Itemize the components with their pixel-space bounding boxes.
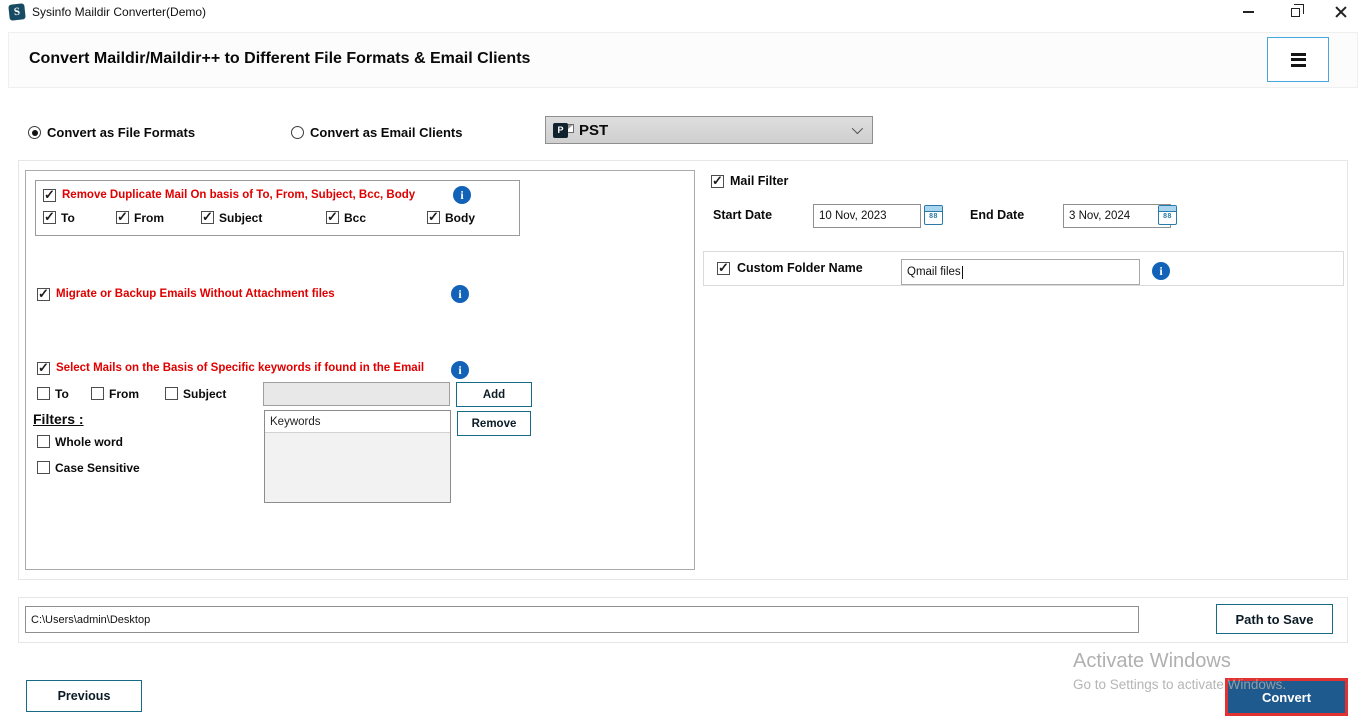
- info-icon-custom-folder[interactable]: i: [1152, 262, 1170, 280]
- checkbox-no-attachments[interactable]: [37, 286, 50, 302]
- checkbox-dup-body[interactable]: [427, 209, 440, 225]
- info-icon-attachments[interactable]: i: [451, 285, 469, 303]
- app-logo-icon: S: [8, 3, 26, 21]
- info-icon-duplicates[interactable]: i: [453, 186, 471, 204]
- path-to-save-button[interactable]: Path to Save: [1216, 604, 1333, 634]
- checkbox-kw-to[interactable]: [37, 387, 50, 400]
- maximize-button[interactable]: [1278, 0, 1312, 24]
- app-window: S Sysinfo Maildir Converter(Demo) Conver…: [0, 0, 1366, 728]
- custom-folder-input[interactable]: Qmail files: [901, 259, 1140, 285]
- add-button[interactable]: Add: [456, 382, 532, 407]
- app-logo-letter: S: [13, 5, 21, 19]
- label-dup-body[interactable]: Body: [445, 211, 475, 225]
- filters-heading: Filters :: [33, 411, 84, 427]
- label-no-attachments[interactable]: Migrate or Backup Emails Without Attachm…: [56, 288, 335, 300]
- label-dup-to[interactable]: To: [61, 211, 75, 225]
- label-kw-to[interactable]: To: [55, 387, 69, 401]
- label-kw-subject[interactable]: Subject: [183, 387, 226, 401]
- format-dropdown[interactable]: P PST: [545, 116, 873, 144]
- checkbox-mail-filter[interactable]: [711, 173, 724, 189]
- calendar-icon-start[interactable]: [924, 205, 943, 225]
- start-date-value: 10 Nov, 2023: [819, 210, 887, 222]
- checkbox-case-sensitive[interactable]: [37, 461, 50, 474]
- save-path-value: C:\Users\admin\Desktop: [31, 613, 151, 626]
- label-remove-duplicates[interactable]: Remove Duplicate Mail On basis of To, Fr…: [62, 189, 415, 201]
- checkbox-dup-to[interactable]: [43, 209, 56, 225]
- header: Convert Maildir/Maildir++ to Different F…: [8, 32, 1358, 88]
- keywords-list-header: Keywords: [265, 411, 450, 433]
- hamburger-icon: [1290, 52, 1306, 56]
- label-dup-from[interactable]: From: [134, 211, 164, 225]
- label-keywords-section[interactable]: Select Mails on the Basis of Specific ke…: [56, 362, 424, 374]
- text-caret: [961, 265, 963, 279]
- label-mail-filter[interactable]: Mail Filter: [730, 174, 788, 188]
- checkbox-kw-subject[interactable]: [165, 387, 178, 400]
- label-whole-word[interactable]: Whole word: [55, 435, 123, 449]
- radio-label-file-formats[interactable]: Convert as File Formats: [47, 125, 195, 140]
- checkbox-custom-folder[interactable]: [717, 260, 730, 276]
- menu-button[interactable]: [1267, 37, 1329, 82]
- checkbox-dup-from[interactable]: [116, 209, 129, 225]
- window-title: Sysinfo Maildir Converter(Demo): [32, 5, 207, 19]
- checkbox-dup-bcc[interactable]: [326, 209, 339, 225]
- radio-convert-file-formats[interactable]: [28, 126, 41, 139]
- page-title: Convert Maildir/Maildir++ to Different F…: [29, 50, 531, 67]
- restore-icon: [1290, 3, 1304, 17]
- label-case-sensitive[interactable]: Case Sensitive: [55, 461, 140, 475]
- start-date-input[interactable]: 10 Nov, 2023: [813, 204, 921, 228]
- activate-windows-watermark-line2: Go to Settings to activate Windows.: [1073, 677, 1287, 692]
- minimize-icon: [1242, 11, 1254, 13]
- label-end-date: End Date: [970, 208, 1025, 222]
- keywords-listbox[interactable]: Keywords: [264, 410, 451, 503]
- activate-windows-watermark: Activate Windows: [1073, 650, 1231, 672]
- checkbox-whole-word[interactable]: [37, 435, 50, 448]
- close-button[interactable]: [1324, 0, 1358, 24]
- checkbox-remove-duplicates[interactable]: [43, 187, 56, 203]
- radio-label-email-clients[interactable]: Convert as Email Clients: [310, 125, 462, 140]
- minimize-button[interactable]: [1231, 0, 1265, 24]
- pst-letter: P: [553, 122, 568, 138]
- pst-outlook-icon: P: [553, 122, 574, 139]
- save-path-input[interactable]: C:\Users\admin\Desktop: [25, 606, 1139, 633]
- calendar-icon-end[interactable]: [1158, 205, 1177, 225]
- close-icon: [1335, 6, 1347, 18]
- chevron-down-icon: [851, 122, 864, 135]
- end-date-input[interactable]: 3 Nov, 2024: [1063, 204, 1171, 228]
- label-custom-folder[interactable]: Custom Folder Name: [737, 261, 863, 275]
- checkbox-keywords-section[interactable]: [37, 360, 50, 376]
- label-start-date: Start Date: [713, 208, 773, 222]
- label-dup-bcc[interactable]: Bcc: [344, 211, 366, 225]
- format-dropdown-value: PST: [579, 121, 609, 139]
- label-dup-subject[interactable]: Subject: [219, 211, 262, 225]
- checkbox-kw-from[interactable]: [91, 387, 104, 400]
- label-kw-from[interactable]: From: [109, 387, 139, 401]
- end-date-value: 3 Nov, 2024: [1069, 210, 1131, 222]
- info-icon-keywords[interactable]: i: [451, 361, 469, 379]
- custom-folder-value: Qmail files: [907, 266, 961, 278]
- titlebar: S Sysinfo Maildir Converter(Demo): [0, 0, 1366, 26]
- checkbox-dup-subject[interactable]: [201, 209, 214, 225]
- radio-convert-email-clients[interactable]: [291, 126, 304, 139]
- keyword-input[interactable]: [263, 382, 450, 406]
- remove-button[interactable]: Remove: [457, 411, 531, 436]
- previous-button[interactable]: Previous: [26, 680, 142, 712]
